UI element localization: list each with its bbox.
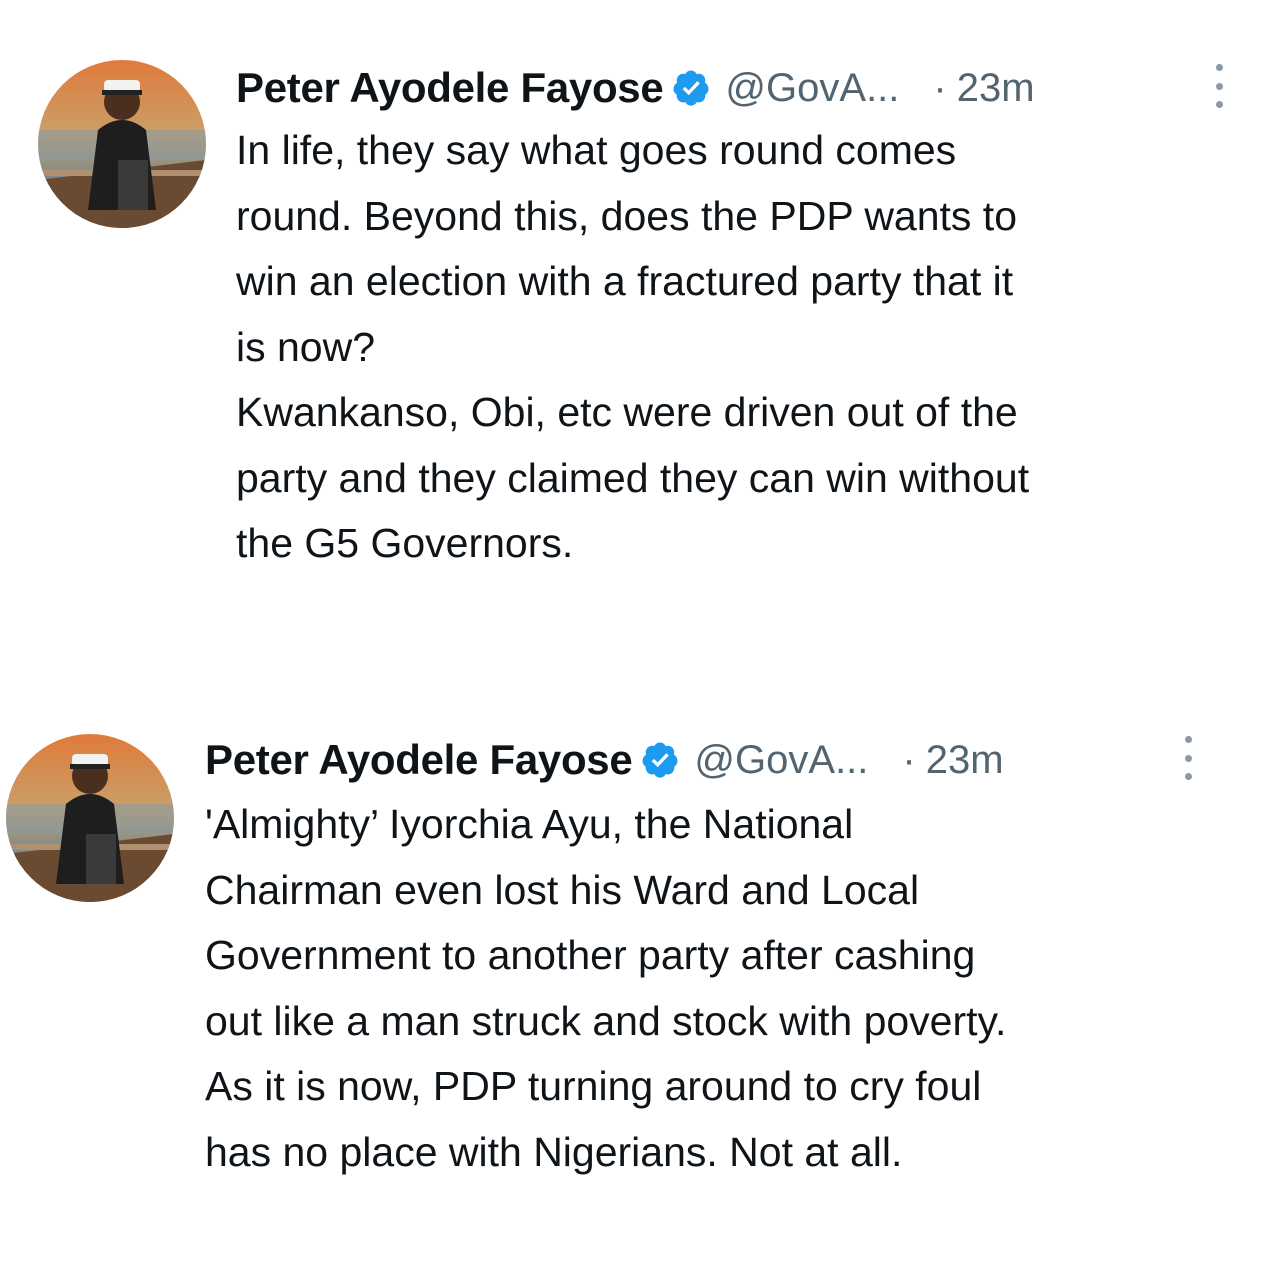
author-name[interactable]: Peter Ayodele Fayose [205, 736, 633, 784]
tweet-text-line: In life, they say what goes round comes [236, 127, 957, 173]
tweet-text-line: party and they claimed they can win with… [236, 454, 1030, 501]
avatar-photo [38, 60, 206, 228]
avatar[interactable] [38, 60, 206, 228]
author-handle[interactable]: @GovA... [694, 738, 868, 783]
tweet[interactable]: Peter Ayodele Fayose @GovA... · 23m In l… [0, 0, 1280, 660]
tweet-header: Peter Ayodele Fayose @GovA... · 23m [236, 58, 1035, 118]
timestamp[interactable]: 23m [957, 66, 1035, 111]
author-handle[interactable]: @GovA... [725, 66, 899, 111]
more-vertical-icon[interactable] [1212, 64, 1226, 108]
tweet[interactable]: Peter Ayodele Fayose @GovA... · 23m 'Alm… [0, 680, 1280, 1280]
verified-badge-icon [640, 740, 680, 780]
tweet-text-line: Government to another party after cashin… [205, 932, 976, 978]
tweet-text: 'Almighty’ Iyorchia Ayu, the National Ch… [205, 792, 1006, 1185]
avatar[interactable] [6, 734, 174, 902]
tweet-text-line: the G5 Governors. [236, 520, 574, 566]
tweet-text-line: has no place with Nigerians. Not at all. [205, 1128, 903, 1175]
verified-badge-icon [671, 68, 711, 108]
tweet-text-line: 'Almighty’ Iyorchia Ayu, the National [205, 801, 854, 847]
tweet-text: In life, they say what goes round comes … [236, 118, 1029, 577]
author-name[interactable]: Peter Ayodele Fayose [236, 64, 664, 112]
tweet-text-line: As it is now, PDP turning around to cry … [205, 1063, 982, 1109]
tweet-text-line: Kwankanso, Obi, etc were driven out of t… [236, 389, 1018, 435]
tweet-text-line: is now? [236, 323, 376, 370]
tweet-header: Peter Ayodele Fayose @GovA... · 23m [205, 730, 1004, 790]
tweet-text-line: out like a man struck and stock with pov… [205, 997, 1007, 1044]
tweet-text-line: win an election with a fractured party t… [236, 258, 1014, 304]
tweet-text-line: Chairman even lost his Ward and Local [205, 866, 920, 913]
avatar-photo [6, 734, 174, 902]
tweet-text-line: round. Beyond this, does the PDP wants t… [236, 192, 1018, 239]
more-vertical-icon[interactable] [1181, 736, 1195, 780]
timestamp[interactable]: 23m [926, 738, 1004, 783]
separator-dot: · [933, 65, 947, 110]
separator-dot: · [902, 737, 916, 782]
